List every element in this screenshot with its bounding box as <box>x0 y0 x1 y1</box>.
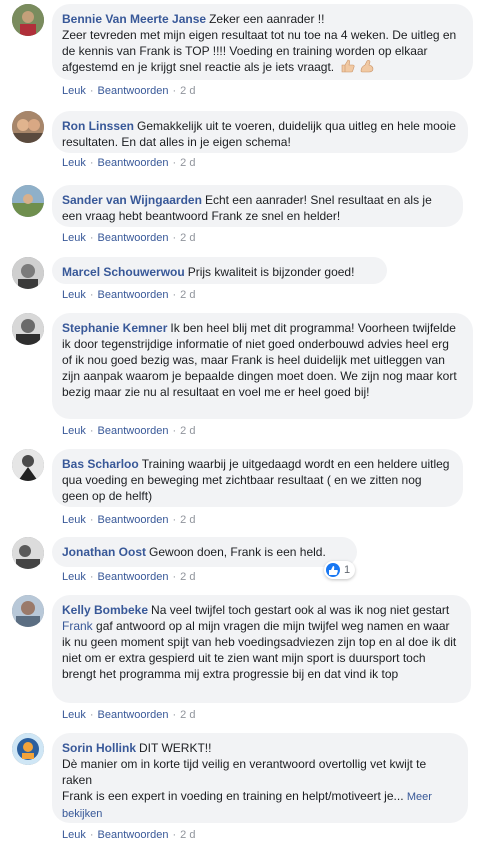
avatar[interactable] <box>12 313 44 345</box>
comment-text: Gewoon doen, Frank is een held. <box>149 545 326 559</box>
reply-link[interactable]: Beantwoorden <box>98 829 169 841</box>
comment-author[interactable]: Ron Linssen <box>62 119 134 133</box>
avatar[interactable] <box>12 733 44 765</box>
comment-actions: Leuk · Beantwoorden · 2 d <box>62 708 195 722</box>
separator: · <box>89 85 94 97</box>
avatar[interactable] <box>12 4 44 36</box>
timestamp[interactable]: 2 d <box>180 514 195 526</box>
like-link[interactable]: Leuk <box>62 425 86 437</box>
separator: · <box>172 289 177 301</box>
comment-author[interactable]: Marcel Schouwerwou <box>62 265 185 279</box>
comment-text-before: Na veel twijfel toch gestart ook al was … <box>151 603 453 617</box>
like-reaction-icon <box>326 563 340 577</box>
timestamp[interactable]: 2 d <box>180 85 195 97</box>
comment-bubble: Stephanie Kemner Ik ben heel blij met dit… <box>52 313 473 419</box>
reply-link[interactable]: Beantwoorden <box>98 514 169 526</box>
timestamp[interactable]: 2 d <box>180 157 195 169</box>
comment-author[interactable]: Sander van Wijngaarden <box>62 193 202 207</box>
separator: · <box>89 425 94 437</box>
comment-actions: Leuk · Beantwoorden · 2 d <box>62 84 195 98</box>
reply-link[interactable]: Beantwoorden <box>98 425 169 437</box>
mention-link[interactable]: Frank <box>62 619 93 633</box>
comment-text-after: gaf antwoord op al mijn vragen die mijn … <box>62 619 460 681</box>
separator: · <box>89 289 94 301</box>
comment-actions: Leuk · Beantwoorden · 2 d <box>62 513 195 527</box>
comment-author[interactable]: Sorin Hollink <box>62 741 136 755</box>
separator: · <box>172 85 177 97</box>
comment-actions: Leuk · Beantwoorden · 2 d <box>62 424 195 438</box>
separator: · <box>89 709 94 721</box>
reply-link[interactable]: Beantwoorden <box>98 232 169 244</box>
timestamp[interactable]: 2 d <box>180 425 195 437</box>
comment-actions: Leuk · Beantwoorden · 2 d <box>62 570 195 584</box>
like-link[interactable]: Leuk <box>62 571 86 583</box>
separator: · <box>89 514 94 526</box>
comment-author[interactable]: Stephanie Kemner <box>62 321 167 335</box>
timestamp[interactable]: 2 d <box>180 709 195 721</box>
like-link[interactable]: Leuk <box>62 289 86 301</box>
comment-actions: Leuk · Beantwoorden · 2 d <box>62 231 195 245</box>
reply-link[interactable]: Beantwoorden <box>98 289 169 301</box>
like-link[interactable]: Leuk <box>62 829 86 841</box>
separator: · <box>172 571 177 583</box>
like-link[interactable]: Leuk <box>62 232 86 244</box>
comment-author[interactable]: Jonathan Oost <box>62 545 146 559</box>
reply-link[interactable]: Beantwoorden <box>98 85 169 97</box>
separator: · <box>172 232 177 244</box>
reaction-count[interactable]: 1 <box>324 561 356 579</box>
timestamp[interactable]: 2 d <box>180 289 195 301</box>
separator: · <box>172 157 177 169</box>
separator: · <box>89 829 94 841</box>
separator: · <box>89 571 94 583</box>
comment-bubble: Sander van Wijngaarden Echt een aanrader!… <box>52 185 463 227</box>
avatar[interactable] <box>12 257 44 289</box>
comment-author[interactable]: Bennie Van Meerte Janse <box>62 12 206 26</box>
thumbs-up-icon <box>340 59 356 77</box>
timestamp[interactable]: 2 d <box>180 571 195 583</box>
avatar[interactable] <box>12 537 44 569</box>
like-link[interactable]: Leuk <box>62 514 86 526</box>
separator: · <box>89 157 94 169</box>
avatar[interactable] <box>12 449 44 481</box>
comment-bubble: Bennie Van Meerte Janse Zeker een aanrade… <box>52 4 473 80</box>
like-link[interactable]: Leuk <box>62 709 86 721</box>
avatar[interactable] <box>12 111 44 143</box>
separator: · <box>89 232 94 244</box>
avatar[interactable] <box>12 595 44 627</box>
reply-link[interactable]: Beantwoorden <box>98 571 169 583</box>
timestamp[interactable]: 2 d <box>180 232 195 244</box>
like-link[interactable]: Leuk <box>62 85 86 97</box>
comment-author[interactable]: Bas Scharloo <box>62 457 139 471</box>
separator: · <box>172 829 177 841</box>
comment-author[interactable]: Kelly Bombeke <box>62 603 148 617</box>
like-link[interactable]: Leuk <box>62 157 86 169</box>
comment-actions: Leuk · Beantwoorden · 2 d <box>62 828 195 842</box>
comment-actions: Leuk · Beantwoorden · 2 d <box>62 156 195 170</box>
comment-bubble: Bas Scharloo Training waarbij je uitgedaa… <box>52 449 463 507</box>
separator: · <box>172 425 177 437</box>
reply-link[interactable]: Beantwoorden <box>98 157 169 169</box>
comment-bubble: Sorin Hollink DIT WERKT!! Dè manier om in… <box>52 733 468 823</box>
separator: · <box>172 514 177 526</box>
comment-bubble: Ron Linssen Gemakkelijk uit te voeren, du… <box>52 111 468 153</box>
avatar[interactable] <box>12 185 44 217</box>
timestamp[interactable]: 2 d <box>180 829 195 841</box>
comment-bubble: Marcel Schouwerwou Prijs kwaliteit is bij… <box>52 257 387 284</box>
flexed-biceps-icon <box>359 59 375 77</box>
comment-bubble: Jonathan Oost Gewoon doen, Frank is een h… <box>52 537 357 567</box>
comment-text: Prijs kwaliteit is bijzonder goed! <box>187 265 355 279</box>
separator: · <box>172 709 177 721</box>
reply-link[interactable]: Beantwoorden <box>98 709 169 721</box>
comment-bubble: Kelly Bombeke Na veel twijfel toch gestar… <box>52 595 471 703</box>
comment-actions: Leuk · Beantwoorden · 2 d <box>62 288 195 302</box>
